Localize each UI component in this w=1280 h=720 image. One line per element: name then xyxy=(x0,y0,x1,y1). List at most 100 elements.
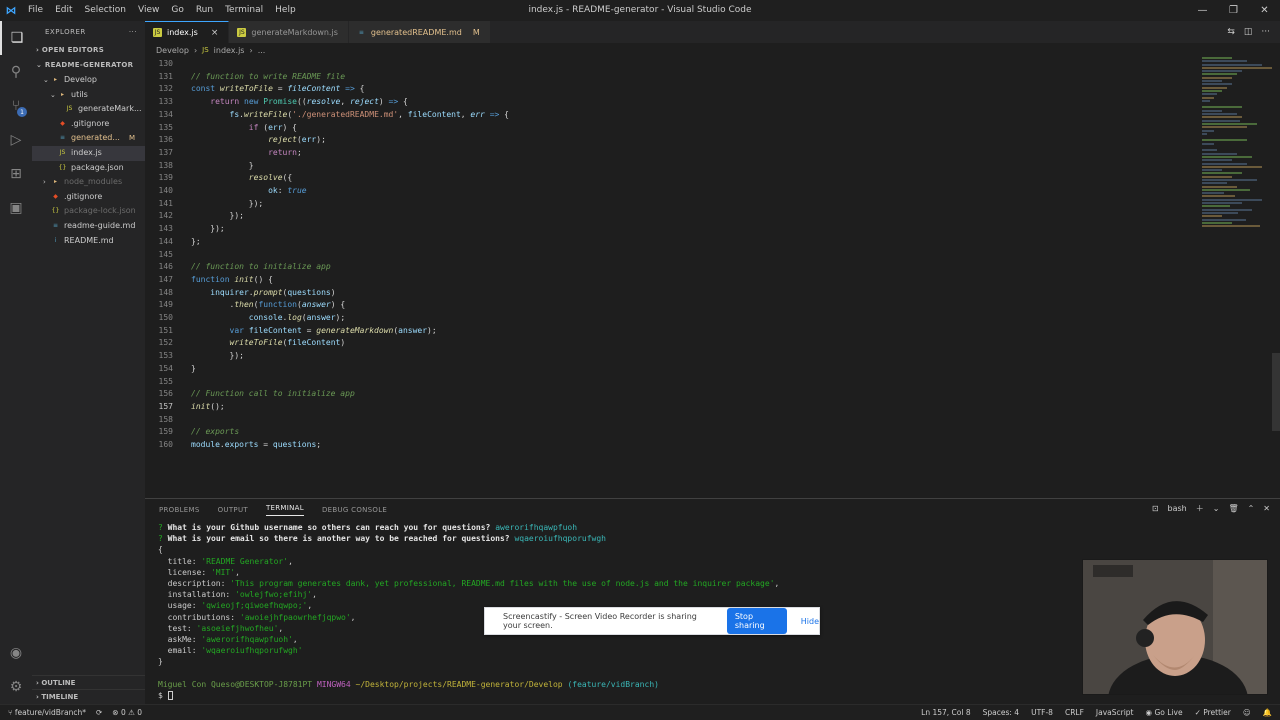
open-changes-icon[interactable]: ⇆ xyxy=(1227,27,1235,37)
go-live-button[interactable]: ◉ Go Live xyxy=(1146,708,1183,717)
trash-icon[interactable]: 🗑 xyxy=(1228,504,1238,513)
code-line: 151 var fileContent = generateMarkdown(a… xyxy=(145,325,437,338)
menu-run[interactable]: Run xyxy=(190,0,219,21)
search-icon[interactable]: ⚲ xyxy=(0,55,32,89)
minimap-line xyxy=(1202,60,1247,63)
file-tree-item[interactable]: i README.md xyxy=(32,234,145,249)
sidebar-title: EXPLORER xyxy=(45,28,86,36)
outline-section[interactable]: › OUTLINE xyxy=(32,675,145,689)
close-tab-icon[interactable]: × xyxy=(211,28,219,38)
menu-view[interactable]: View xyxy=(132,0,165,21)
restore-icon[interactable]: ❐ xyxy=(1218,0,1249,21)
file-tree-item[interactable]: ◆ .gitignore xyxy=(32,117,145,132)
minimap[interactable] xyxy=(1202,57,1272,277)
breadcrumb-file[interactable]: index.js xyxy=(214,46,245,55)
minimap-line xyxy=(1202,70,1242,73)
terminal-line: askMe: 'awerorifhqawpfuoh', xyxy=(158,635,298,644)
minimize-icon[interactable]: — xyxy=(1187,0,1218,21)
code-text: ok: true xyxy=(268,186,307,195)
minimap-line xyxy=(1202,221,1232,224)
tab-terminal[interactable]: TERMINAL xyxy=(265,504,304,516)
menu-edit[interactable]: Edit xyxy=(49,0,78,21)
close-window-icon[interactable]: ✕ xyxy=(1249,0,1280,21)
terminal-line: { xyxy=(158,545,163,555)
breadcrumb-symbol[interactable]: ... xyxy=(258,46,266,55)
language-mode[interactable]: JavaScript xyxy=(1096,708,1134,717)
code-line: 132 const writeToFile = fileContent => { xyxy=(145,83,365,96)
terminal-line: contributions: 'awoiejhfpaowrhefjqpwo', xyxy=(158,612,356,622)
line-number: 135 xyxy=(158,122,173,132)
line-ending[interactable]: CRLF xyxy=(1065,708,1084,717)
indentation[interactable]: Spaces: 4 xyxy=(983,708,1019,717)
maximize-panel-icon[interactable]: ⌃ xyxy=(1248,504,1255,513)
tab-generatemarkdown-js[interactable]: JS generateMarkdown.js xyxy=(229,21,349,43)
close-panel-icon[interactable]: ✕ xyxy=(1263,504,1270,513)
file-tree-item[interactable]: JS index.js xyxy=(32,145,145,161)
account-icon[interactable]: ◉ xyxy=(0,636,32,670)
open-editors-section[interactable]: › OPEN EDITORS xyxy=(32,43,145,58)
remote-explorer-icon[interactable]: ▣ xyxy=(0,191,32,225)
project-section[interactable]: ⌄ README-GENERATOR xyxy=(32,58,145,73)
split-editor-icon[interactable]: ◫ xyxy=(1244,27,1253,37)
menu-selection[interactable]: Selection xyxy=(79,0,132,21)
code-editor[interactable]: 130 131// function to write README file 13… xyxy=(145,57,1280,498)
minimap-line xyxy=(1202,73,1237,76)
file-tree-item[interactable]: ≡ generated... M xyxy=(32,131,145,146)
notifications-icon[interactable]: 🔔 xyxy=(1263,708,1272,717)
encoding[interactable]: UTF-8 xyxy=(1031,708,1053,717)
shell-name[interactable]: bash xyxy=(1168,504,1187,513)
tab-output[interactable]: OUTPUT xyxy=(218,506,248,514)
prettier-button[interactable]: ✓ Prettier xyxy=(1195,708,1231,717)
code-text: console.log(answer); xyxy=(248,313,346,322)
branch-indicator[interactable]: ⑂ feature/vidBranch* xyxy=(8,708,86,717)
code-text: // Function call to initialize app xyxy=(191,389,355,399)
file-tree-item[interactable]: ≡ readme-guide.md xyxy=(32,219,145,234)
file-tree-item[interactable]: ⌄ ▸ utils xyxy=(32,88,145,103)
minimap-line xyxy=(1202,225,1260,228)
file-tree-item[interactable]: ⌄ ▸ Develop xyxy=(32,73,145,88)
menu-terminal[interactable]: Terminal xyxy=(219,0,269,21)
editor-actions: ⇆ ◫ ··· xyxy=(1227,21,1270,43)
js-icon: JS xyxy=(202,46,209,54)
chevron-down-icon[interactable]: ⌄ xyxy=(1213,504,1220,513)
file-tree-item[interactable]: {} package.json xyxy=(32,161,145,176)
menu-help[interactable]: Help xyxy=(269,0,302,21)
sync-icon[interactable]: ⟳ xyxy=(96,708,102,717)
editor-scrollbar[interactable] xyxy=(1272,353,1280,431)
breadcrumb-folder[interactable]: Develop xyxy=(156,46,189,55)
timeline-section[interactable]: › TIMELINE xyxy=(32,689,145,703)
chevron-down-icon: ⌄ xyxy=(50,90,56,99)
go-live-label: Go Live xyxy=(1154,708,1183,717)
explorer-icon[interactable]: ❏ xyxy=(0,21,32,55)
tab-problems[interactable]: PROBLEMS xyxy=(159,506,200,514)
stop-sharing-button[interactable]: Stop sharing xyxy=(726,608,787,634)
cursor-position[interactable]: Ln 157, Col 8 xyxy=(921,708,970,717)
minimap-line xyxy=(1202,215,1222,218)
menu-go[interactable]: Go xyxy=(165,0,189,21)
tab-index-js[interactable]: JS index.js × xyxy=(145,21,230,43)
code-line: 143 }); xyxy=(145,223,225,236)
minimap-line xyxy=(1202,178,1257,181)
run-debug-icon[interactable]: ▷ xyxy=(0,123,32,157)
sidebar-header: EXPLORER ··· xyxy=(32,21,145,43)
menu-file[interactable]: File xyxy=(22,0,49,21)
new-terminal-icon[interactable]: ＋ xyxy=(1196,503,1204,514)
more-actions-icon[interactable]: ··· xyxy=(129,21,137,43)
extensions-icon[interactable]: ⊞ xyxy=(0,157,32,191)
file-tree-item[interactable]: {} package-lock.json xyxy=(32,204,145,219)
file-tree-item[interactable]: ◆ .gitignore xyxy=(32,190,145,205)
problems-indicator[interactable]: ⊗ 0 ⚠ 0 xyxy=(112,708,142,717)
source-control-icon[interactable]: ⑂ 1 xyxy=(0,89,32,123)
tab-generatedreadme-md[interactable]: ≡ generatedREADME.md M xyxy=(348,21,491,43)
feedback-icon[interactable]: ☺ xyxy=(1243,708,1251,717)
hide-banner-button[interactable]: Hide xyxy=(801,617,819,626)
settings-gear-icon[interactable]: ⚙ xyxy=(0,670,32,704)
terminal-line: Miguel Con Queso@DESKTOP-J8781PT MINGW64… xyxy=(158,679,659,689)
tab-debug-console[interactable]: DEBUG CONSOLE xyxy=(322,506,387,514)
screen-share-banner: Screencastify - Screen Video Recorder is… xyxy=(484,607,820,635)
file-tree-item[interactable]: › ▸ node_modules xyxy=(32,175,145,190)
git-icon: ◆ xyxy=(60,119,65,127)
file-tree-item[interactable]: JS generateMark... xyxy=(32,102,145,117)
code-text: writeToFile(fileContent) xyxy=(229,338,346,348)
more-editor-actions-icon[interactable]: ··· xyxy=(1261,27,1270,37)
